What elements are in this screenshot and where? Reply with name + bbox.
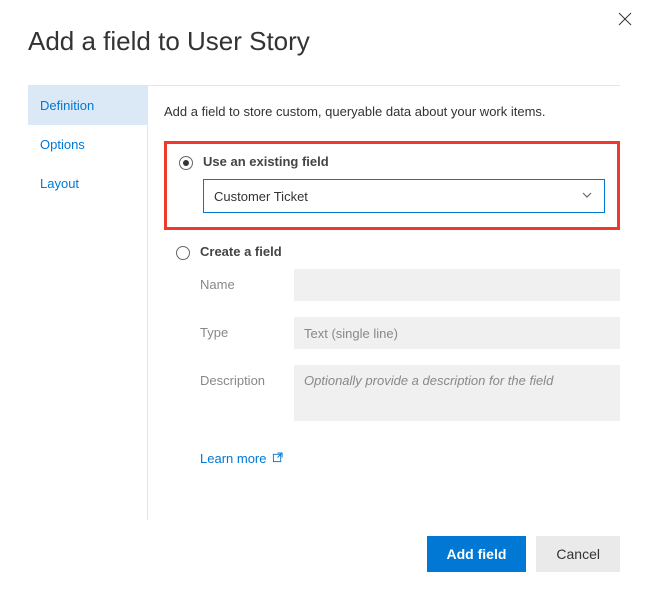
radio-create-field[interactable] (176, 246, 190, 260)
sidebar-item-label: Layout (40, 176, 79, 191)
close-icon[interactable] (618, 12, 632, 31)
external-link-icon (266, 451, 283, 466)
sidebar-item-label: Definition (40, 98, 94, 113)
chevron-down-icon (580, 188, 594, 205)
create-field-label: Create a field (200, 244, 620, 259)
radio-use-existing[interactable] (179, 156, 193, 170)
sidebar-item-options[interactable]: Options (28, 125, 147, 164)
cancel-button[interactable]: Cancel (536, 536, 620, 572)
type-select[interactable]: Text (single line) (294, 317, 620, 349)
existing-field-body: Use an existing field Customer Ticket (203, 154, 605, 213)
create-field-body: Create a field Name Type Text (single li… (200, 244, 620, 466)
description-textarea[interactable]: Optionally provide a description for the… (294, 365, 620, 421)
content-pane: Add a field to store custom, queryable d… (148, 86, 620, 520)
dialog-title: Add a field to User Story (28, 26, 620, 57)
existing-field-value: Customer Ticket (214, 189, 308, 204)
existing-field-label: Use an existing field (203, 154, 605, 169)
add-field-dialog: Add a field to User Story Definition Opt… (0, 0, 648, 592)
existing-field-section: Use an existing field Customer Ticket (164, 141, 620, 230)
sidebar-item-label: Options (40, 137, 85, 152)
sidebar-item-definition[interactable]: Definition (28, 86, 147, 125)
create-field-section: Create a field Name Type Text (single li… (164, 244, 620, 466)
name-label: Name (200, 269, 294, 301)
description-label: Description (200, 365, 294, 421)
dialog-footer: Add field Cancel (28, 520, 620, 572)
existing-field-select[interactable]: Customer Ticket (203, 179, 605, 213)
dialog-body: Definition Options Layout Add a field to… (28, 85, 620, 520)
type-label: Type (200, 317, 294, 349)
content-description: Add a field to store custom, queryable d… (164, 104, 620, 119)
add-field-button[interactable]: Add field (427, 536, 527, 572)
sidebar: Definition Options Layout (28, 86, 148, 520)
name-input[interactable] (294, 269, 620, 301)
learn-more-link[interactable]: Learn more (200, 451, 283, 466)
sidebar-item-layout[interactable]: Layout (28, 164, 147, 203)
